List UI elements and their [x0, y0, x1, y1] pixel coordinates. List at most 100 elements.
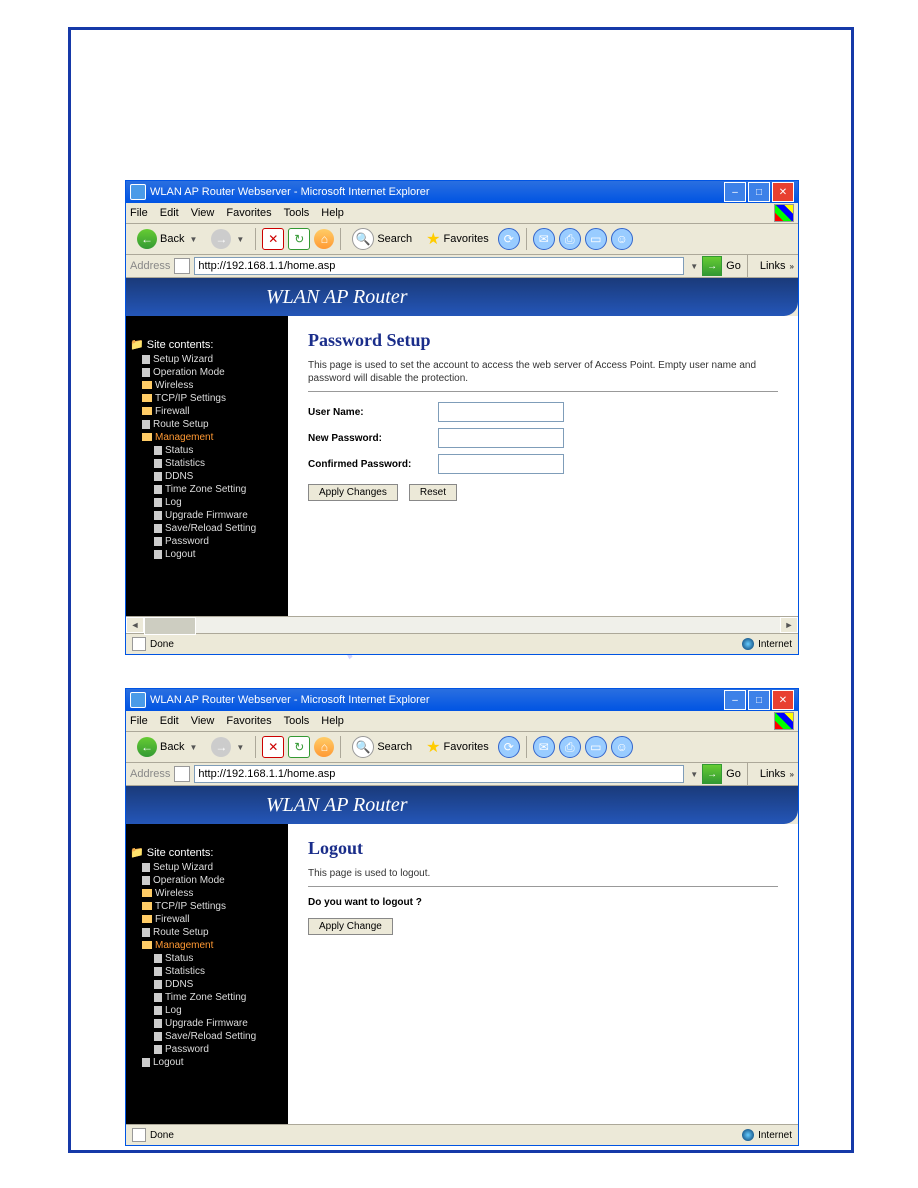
- minimize-button[interactable]: –: [724, 182, 746, 202]
- sidebar-item-management[interactable]: Management: [130, 939, 284, 952]
- menu-favorites[interactable]: Favorites: [226, 207, 271, 219]
- username-input[interactable]: [438, 402, 564, 422]
- menu-favorites[interactable]: Favorites: [226, 715, 271, 727]
- menu-edit[interactable]: Edit: [160, 715, 179, 727]
- sidebar-item-password[interactable]: Password: [130, 535, 284, 548]
- sidebar-item-route[interactable]: Route Setup: [130, 926, 284, 939]
- horizontal-scrollbar[interactable]: ◄►: [126, 616, 798, 633]
- address-dropdown-icon[interactable]: ▼: [690, 770, 698, 779]
- zone-label: Internet: [758, 1130, 792, 1141]
- close-button[interactable]: ✕: [772, 690, 794, 710]
- favorites-button[interactable]: ★Favorites: [421, 226, 494, 252]
- maximize-button[interactable]: □: [748, 182, 770, 202]
- sidebar-item-upgrade[interactable]: Upgrade Firmware: [130, 509, 284, 522]
- sidebar-item-ddns[interactable]: DDNS: [130, 978, 284, 991]
- stop-icon[interactable]: ✕: [262, 228, 284, 250]
- forward-button[interactable]: →▼: [206, 734, 249, 760]
- sidebar-item-statistics[interactable]: Statistics: [130, 457, 284, 470]
- sidebar-item-log[interactable]: Log: [130, 1004, 284, 1017]
- print-icon[interactable]: ⎙: [559, 228, 581, 250]
- address-input[interactable]: [194, 257, 684, 275]
- mail-icon[interactable]: ✉: [533, 736, 555, 758]
- links-label[interactable]: Links: [760, 768, 786, 780]
- close-button[interactable]: ✕: [772, 182, 794, 202]
- sidebar-item-logout[interactable]: Logout: [130, 1056, 284, 1069]
- sidebar-item-opmode[interactable]: Operation Mode: [130, 366, 284, 379]
- menu-help[interactable]: Help: [321, 207, 344, 219]
- address-label: Address: [130, 768, 170, 780]
- go-label: Go: [726, 260, 741, 272]
- edit-icon[interactable]: ▭: [585, 736, 607, 758]
- address-input[interactable]: [194, 765, 684, 783]
- reset-button[interactable]: Reset: [409, 484, 457, 501]
- messenger-icon[interactable]: ☺: [611, 228, 633, 250]
- sidebar-item-tcpip[interactable]: TCP/IP Settings: [130, 392, 284, 405]
- ie-icon: [130, 184, 146, 200]
- stop-icon[interactable]: ✕: [262, 736, 284, 758]
- sidebar-item-password[interactable]: Password: [130, 1043, 284, 1056]
- menu-view[interactable]: View: [191, 715, 215, 727]
- sidebar-item-route[interactable]: Route Setup: [130, 418, 284, 431]
- confirmpassword-input[interactable]: [438, 454, 564, 474]
- sidebar-item-timezone[interactable]: Time Zone Setting: [130, 991, 284, 1004]
- apply-button[interactable]: Apply Changes: [308, 484, 398, 501]
- refresh-icon[interactable]: ↻: [288, 736, 310, 758]
- links-label[interactable]: Links: [760, 260, 786, 272]
- search-button[interactable]: 🔍Search: [347, 733, 417, 761]
- page-icon: [174, 766, 190, 782]
- menu-tools[interactable]: Tools: [284, 715, 310, 727]
- history-icon[interactable]: ⟳: [498, 736, 520, 758]
- sidebar-item-logout[interactable]: Logout: [130, 548, 284, 561]
- sidebar-item-status[interactable]: Status: [130, 952, 284, 965]
- menu-file[interactable]: File: [130, 207, 148, 219]
- sidebar-item-savereload[interactable]: Save/Reload Setting: [130, 1030, 284, 1043]
- sidebar-item-firewall[interactable]: Firewall: [130, 913, 284, 926]
- sidebar-item-savereload[interactable]: Save/Reload Setting: [130, 522, 284, 535]
- go-button[interactable]: →: [702, 256, 722, 276]
- zone-label: Internet: [758, 639, 792, 650]
- confirmpassword-label: Confirmed Password:: [308, 459, 438, 470]
- menu-help[interactable]: Help: [321, 715, 344, 727]
- sidebar-item-ddns[interactable]: DDNS: [130, 470, 284, 483]
- search-button[interactable]: 🔍Search: [347, 225, 417, 253]
- forward-button[interactable]: →▼: [206, 226, 249, 252]
- sidebar-item-wireless[interactable]: Wireless: [130, 887, 284, 900]
- favorites-button[interactable]: ★Favorites: [421, 734, 494, 760]
- newpassword-input[interactable]: [438, 428, 564, 448]
- sidebar-item-tcpip[interactable]: TCP/IP Settings: [130, 900, 284, 913]
- mail-icon[interactable]: ✉: [533, 228, 555, 250]
- home-icon[interactable]: ⌂: [314, 229, 334, 249]
- sidebar-item-wizard[interactable]: Setup Wizard: [130, 861, 284, 874]
- address-bar: Address ▼ → Go Links»: [126, 255, 798, 278]
- sidebar-item-wizard[interactable]: Setup Wizard: [130, 353, 284, 366]
- go-label: Go: [726, 768, 741, 780]
- menu-tools[interactable]: Tools: [284, 207, 310, 219]
- history-icon[interactable]: ⟳: [498, 228, 520, 250]
- back-button[interactable]: ←Back▼: [132, 734, 202, 760]
- refresh-icon[interactable]: ↻: [288, 228, 310, 250]
- sidebar-item-management[interactable]: Management: [130, 431, 284, 444]
- address-dropdown-icon[interactable]: ▼: [690, 262, 698, 271]
- home-icon[interactable]: ⌂: [314, 737, 334, 757]
- go-button[interactable]: →: [702, 764, 722, 784]
- back-button[interactable]: ←Back▼: [132, 226, 202, 252]
- address-bar: Address ▼ → Go Links»: [126, 763, 798, 786]
- sidebar-item-log[interactable]: Log: [130, 496, 284, 509]
- sidebar-item-upgrade[interactable]: Upgrade Firmware: [130, 1017, 284, 1030]
- print-icon[interactable]: ⎙: [559, 736, 581, 758]
- minimize-button[interactable]: –: [724, 690, 746, 710]
- sidebar-item-wireless[interactable]: Wireless: [130, 379, 284, 392]
- sidebar-item-firewall[interactable]: Firewall: [130, 405, 284, 418]
- menu-edit[interactable]: Edit: [160, 207, 179, 219]
- apply-button[interactable]: Apply Change: [308, 918, 393, 935]
- status-icon: [132, 637, 146, 651]
- sidebar-item-timezone[interactable]: Time Zone Setting: [130, 483, 284, 496]
- edit-icon[interactable]: ▭: [585, 228, 607, 250]
- menu-file[interactable]: File: [130, 715, 148, 727]
- sidebar-item-opmode[interactable]: Operation Mode: [130, 874, 284, 887]
- sidebar-item-status[interactable]: Status: [130, 444, 284, 457]
- menu-view[interactable]: View: [191, 207, 215, 219]
- maximize-button[interactable]: □: [748, 690, 770, 710]
- sidebar-item-statistics[interactable]: Statistics: [130, 965, 284, 978]
- messenger-icon[interactable]: ☺: [611, 736, 633, 758]
